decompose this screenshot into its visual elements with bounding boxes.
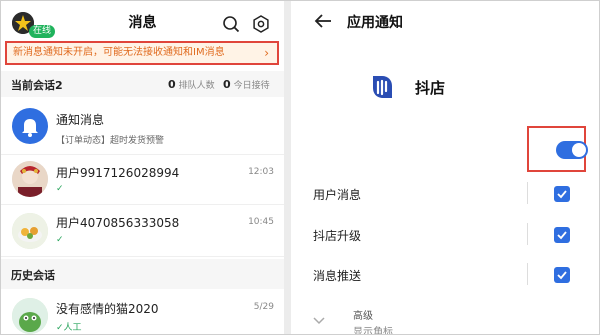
conversation-time: 10:45 bbox=[248, 217, 274, 227]
user-messages-checkbox[interactable] bbox=[554, 186, 570, 202]
notification-toggle[interactable] bbox=[556, 141, 588, 159]
messages-header: 在线 消息 bbox=[1, 1, 284, 41]
notification-disabled-banner[interactable]: 新消息通知未开启，可能无法接收通知和IM消息 › bbox=[5, 41, 279, 65]
conversation-name: 通知消息 bbox=[56, 113, 105, 127]
upgrade-checkbox[interactable] bbox=[554, 227, 570, 243]
gear-icon[interactable] bbox=[252, 15, 270, 33]
conversation-item-user-2[interactable]: 用户4070856333058 ✓ 10:45 bbox=[1, 205, 284, 257]
history-item[interactable]: 没有感情的猫2020 ✓人工 5/29 bbox=[1, 289, 284, 334]
conversation-item-user-1[interactable]: 用户9917126028994 ✓ 12:03 bbox=[1, 155, 284, 205]
read-check-icon: ✓ bbox=[56, 235, 64, 245]
separator bbox=[527, 182, 528, 204]
app-notification-settings-panel: 应用通知 抖店 用户消息 抖店升级 消息推送 高级 显示角标 bbox=[291, 1, 599, 335]
messages-panel: 在线 消息 新消息通知未开启，可能无法接收通知和IM消息 › 当前会话2 0 排队… bbox=[1, 1, 284, 334]
screen-frame: 在线 消息 新消息通知未开启，可能无法接收通知和IM消息 › 当前会话2 0 排队… bbox=[0, 0, 600, 335]
advanced-subtitle: 显示角标 bbox=[353, 327, 393, 335]
read-check-icon: ✓ bbox=[56, 184, 64, 194]
separator bbox=[527, 263, 528, 285]
conversation-item-notifications[interactable]: 通知消息 【订单动态】超时发货预警 bbox=[1, 97, 284, 155]
back-arrow-icon[interactable] bbox=[313, 11, 333, 36]
history-status: ✓人工 bbox=[56, 323, 82, 333]
chevron-down-icon[interactable] bbox=[313, 315, 325, 328]
history-sessions-header: 历史会话 bbox=[1, 259, 284, 289]
history-sessions-title: 历史会话 bbox=[11, 269, 55, 282]
current-sessions-title: 当前会话2 bbox=[11, 79, 63, 92]
toggle-knob bbox=[572, 143, 586, 157]
banner-text: 新消息通知未开启，可能无法接收通知和IM消息 bbox=[13, 47, 225, 58]
today-label: 今日接待 bbox=[233, 81, 270, 91]
conversation-preview: 【订单动态】超时发货预警 bbox=[56, 136, 165, 146]
conversation-name: 用户9917126028994 bbox=[56, 166, 180, 180]
queue-stat: 0 排队人数 bbox=[168, 78, 215, 91]
conversation-name: 用户4070856333058 bbox=[56, 216, 180, 230]
current-sessions-header: 当前会话2 0 排队人数 0 今日接待 bbox=[1, 71, 284, 97]
permission-label-user-messages: 用户消息 bbox=[313, 188, 362, 202]
user-avatar bbox=[12, 298, 48, 334]
chevron-right-icon: › bbox=[264, 46, 269, 60]
app-logo-icon bbox=[368, 73, 396, 101]
search-icon[interactable] bbox=[222, 15, 240, 33]
queue-label: 排队人数 bbox=[178, 81, 215, 91]
user-avatar bbox=[12, 213, 48, 249]
push-checkbox[interactable] bbox=[554, 267, 570, 283]
conversation-time: 5/29 bbox=[253, 302, 274, 312]
today-count: 0 bbox=[223, 78, 231, 91]
today-stat: 0 今日接待 bbox=[223, 78, 270, 91]
user-avatar bbox=[12, 161, 48, 197]
separator bbox=[527, 223, 528, 245]
conversation-time: 12:03 bbox=[248, 167, 274, 177]
page-title: 应用通知 bbox=[347, 15, 403, 31]
permission-label-push: 消息推送 bbox=[313, 269, 362, 283]
queue-count: 0 bbox=[168, 78, 176, 91]
panel-divider bbox=[284, 1, 291, 334]
page-title: 消息 bbox=[128, 15, 157, 31]
app-name: 抖店 bbox=[415, 79, 446, 97]
bell-icon bbox=[12, 108, 48, 144]
conversation-name: 没有感情的猫2020 bbox=[56, 302, 159, 316]
permission-label-upgrade: 抖店升级 bbox=[313, 229, 362, 243]
advanced-title[interactable]: 高级 bbox=[353, 307, 373, 322]
